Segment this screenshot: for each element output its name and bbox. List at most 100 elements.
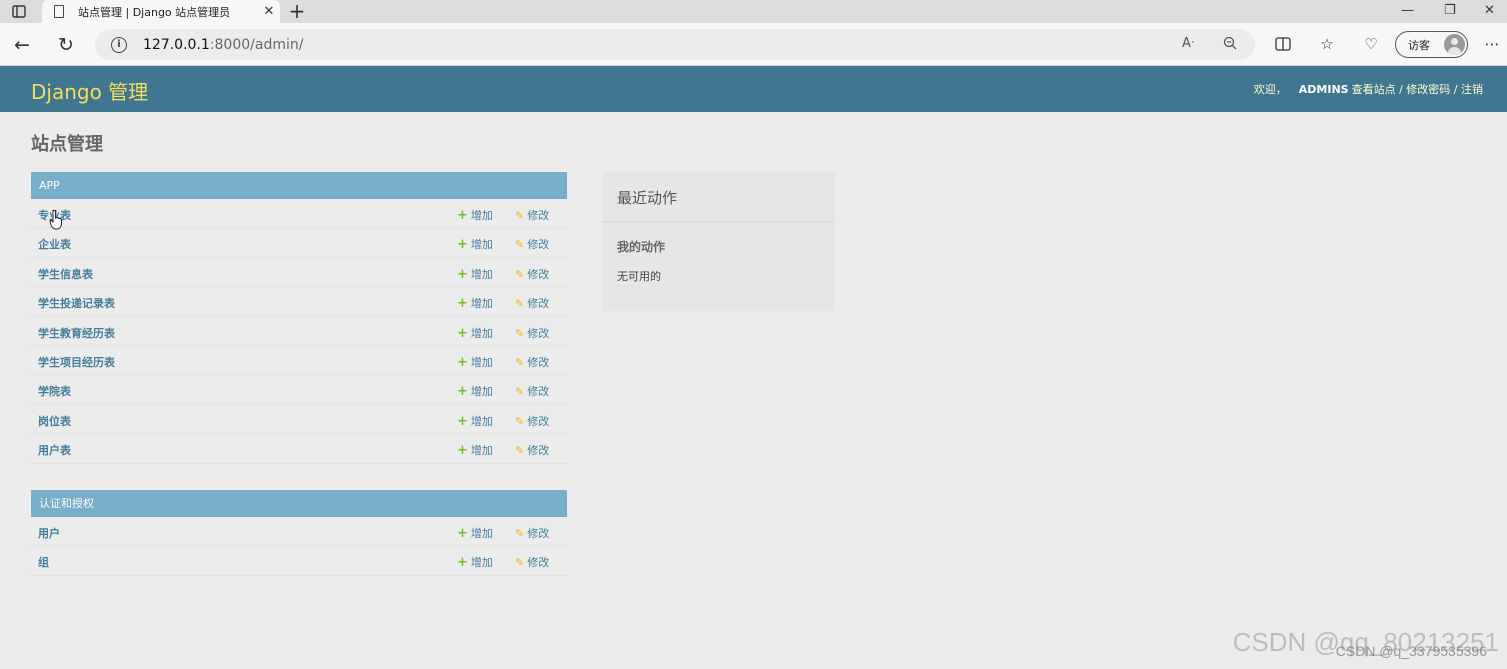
add-link[interactable]: + 增加 bbox=[457, 295, 493, 311]
pencil-icon: ✎ bbox=[515, 414, 525, 428]
address-bar[interactable]: i 127.0.0.1:8000/admin/ Aᐧ bbox=[95, 29, 1255, 60]
watermark-secondary: CSDN @q_3379535396 bbox=[1335, 643, 1487, 659]
table-row: 用户表 + 增加 ✎ 修改 bbox=[31, 434, 567, 464]
close-window-button[interactable]: ✕ bbox=[1484, 0, 1495, 23]
add-icon: + bbox=[457, 266, 468, 282]
change-link[interactable]: ✎ 修改 bbox=[515, 413, 549, 429]
browser-essentials-icon[interactable]: ♡ bbox=[1361, 34, 1381, 54]
favorites-icon[interactable]: ☆ bbox=[1317, 34, 1337, 54]
zoom-icon[interactable] bbox=[1223, 36, 1237, 54]
table-row: 学生信息表 + 增加 ✎ 修改 bbox=[31, 258, 567, 288]
add-link[interactable]: + 增加 bbox=[457, 266, 493, 282]
no-actions-text: 无可用的 bbox=[617, 270, 661, 283]
pencil-icon: ✎ bbox=[515, 209, 525, 222]
table-row: 岗位表 + 增加 ✎ 修改 bbox=[31, 405, 567, 435]
add-icon: + bbox=[457, 526, 468, 541]
recent-actions-panel: 最近动作 我的动作 无可用的 bbox=[602, 172, 835, 311]
pencil-icon: ✎ bbox=[515, 297, 525, 311]
add-icon: + bbox=[457, 208, 468, 223]
pencil-icon: ✎ bbox=[515, 527, 525, 540]
site-branding[interactable]: Django 管理 bbox=[31, 76, 148, 105]
site-info-icon[interactable]: i bbox=[111, 36, 127, 53]
pencil-icon: ✎ bbox=[515, 444, 525, 458]
change-link[interactable]: ✎ 修改 bbox=[515, 207, 549, 223]
add-link[interactable]: + 增加 bbox=[457, 383, 493, 399]
table-row: 专业表+增加✎修改 bbox=[31, 199, 567, 229]
model-link[interactable]: 学生信息表 bbox=[38, 266, 93, 282]
tab-close-icon[interactable]: ✕ bbox=[258, 4, 280, 19]
browser-toolbar: ← ↻ i 127.0.0.1:8000/admin/ Aᐧ ☆ ♡ 访客 ⋯ bbox=[0, 23, 1507, 66]
app-module: APP 专业表+增加✎修改 企业表+增加✎修改 学生信息表+增加✎修改 学生投递… bbox=[31, 172, 567, 464]
username: ADMINS bbox=[1298, 83, 1349, 96]
pencil-icon: ✎ bbox=[515, 267, 525, 281]
add-link[interactable]: + 增加 bbox=[457, 325, 493, 341]
add-link[interactable]: + 增加 bbox=[457, 442, 493, 458]
pencil-icon: ✎ bbox=[515, 238, 525, 252]
hand-cursor-icon bbox=[49, 210, 62, 230]
change-link[interactable]: ✎ 修改 bbox=[515, 525, 549, 541]
user-tools: 欢迎， ADMINS 查看站点 / 修改密码 / 注销 bbox=[1254, 81, 1483, 97]
split-screen-icon[interactable] bbox=[1273, 34, 1293, 54]
more-options-icon[interactable]: ⋯ bbox=[1482, 34, 1502, 54]
change-link[interactable]: ✎ 修改 bbox=[515, 266, 549, 282]
add-link[interactable]: + 增加 bbox=[457, 207, 493, 223]
module-caption[interactable]: 认证和授权 bbox=[31, 490, 567, 517]
change-link[interactable]: ✎ 修改 bbox=[515, 554, 549, 570]
pencil-icon: ✎ bbox=[515, 385, 525, 399]
django-header: Django 管理 欢迎， ADMINS 查看站点 / 修改密码 / 注销 bbox=[0, 66, 1507, 112]
browser-tab-bar: 站点管理 | Django 站点管理员 ✕ + — ❐ ✕ bbox=[0, 0, 1507, 23]
table-row: 学生教育经历表 + 增加 ✎ 修改 bbox=[31, 317, 567, 346]
model-link[interactable]: 学生投递记录表 bbox=[38, 295, 115, 311]
add-link[interactable]: + 增加 bbox=[457, 354, 493, 370]
reload-button[interactable]: ↻ bbox=[53, 32, 79, 58]
change-link[interactable]: ✎ 修改 bbox=[515, 295, 549, 311]
url-path: :8000/admin/ bbox=[209, 36, 304, 53]
change-link[interactable]: ✎ 修改 bbox=[515, 325, 549, 341]
user-links[interactable]: 查看站点 / 修改密码 / 注销 bbox=[1352, 83, 1483, 96]
add-icon: + bbox=[457, 354, 468, 370]
minimize-button[interactable]: — bbox=[1401, 0, 1414, 23]
page-icon bbox=[54, 5, 64, 18]
model-link[interactable]: 用户表 bbox=[38, 442, 71, 458]
change-link[interactable]: ✎ 修改 bbox=[515, 354, 549, 370]
add-icon: + bbox=[457, 413, 468, 429]
add-link[interactable]: + 增加 bbox=[457, 525, 493, 541]
add-link[interactable]: + 增加 bbox=[457, 554, 493, 570]
pencil-icon: ✎ bbox=[515, 326, 525, 340]
change-link[interactable]: ✎ 修改 bbox=[515, 383, 549, 399]
add-icon: + bbox=[457, 555, 468, 571]
change-link[interactable]: ✎ 修改 bbox=[515, 236, 549, 252]
avatar bbox=[1444, 34, 1465, 55]
back-button[interactable]: ← bbox=[9, 32, 35, 58]
url-host: 127.0.0.1 bbox=[143, 36, 210, 53]
page-title: 站点管理 bbox=[31, 134, 103, 155]
tab-title: 站点管理 | Django 站点管理员 bbox=[78, 5, 231, 19]
my-actions-heading: 我的动作 bbox=[617, 240, 666, 254]
table-row: 用户 + 增加 ✎ 修改 bbox=[31, 517, 567, 547]
model-link[interactable]: 学生项目经历表 bbox=[38, 354, 115, 370]
new-tab-button[interactable]: + bbox=[286, 0, 308, 23]
profile-button[interactable]: 访客 bbox=[1395, 31, 1468, 58]
add-link[interactable]: + 增加 bbox=[457, 413, 493, 429]
welcome-text: 欢迎， bbox=[1253, 83, 1287, 96]
model-link[interactable]: 组 bbox=[38, 554, 49, 570]
table-row: 学生项目经历表 + 增加 ✎ 修改 bbox=[31, 346, 567, 376]
table-row: 企业表 + 增加 ✎ 修改 bbox=[31, 228, 567, 258]
read-aloud-icon[interactable]: Aᐧ bbox=[1182, 36, 1194, 51]
change-link[interactable]: ✎ 修改 bbox=[515, 442, 549, 458]
table-row: 组 + 增加 ✎ 修改 bbox=[31, 546, 567, 576]
model-link[interactable]: 用户 bbox=[38, 525, 60, 541]
model-link[interactable]: 岗位表 bbox=[38, 413, 71, 429]
module-caption[interactable]: APP bbox=[31, 172, 567, 199]
model-link[interactable]: 学生教育经历表 bbox=[38, 325, 115, 341]
table-row: 学院表 + 增加 ✎ 修改 bbox=[31, 375, 567, 405]
add-icon: + bbox=[457, 443, 468, 459]
browser-tab[interactable]: 站点管理 | Django 站点管理员 ✕ bbox=[42, 0, 280, 23]
add-icon: + bbox=[457, 296, 468, 312]
add-icon: + bbox=[457, 237, 468, 253]
add-link[interactable]: + 增加 bbox=[457, 236, 493, 252]
model-link[interactable]: 学院表 bbox=[38, 383, 71, 399]
model-link[interactable]: 企业表 bbox=[38, 236, 71, 252]
tab-actions-icon[interactable] bbox=[4, 0, 34, 23]
restore-button[interactable]: ❐ bbox=[1444, 0, 1456, 23]
